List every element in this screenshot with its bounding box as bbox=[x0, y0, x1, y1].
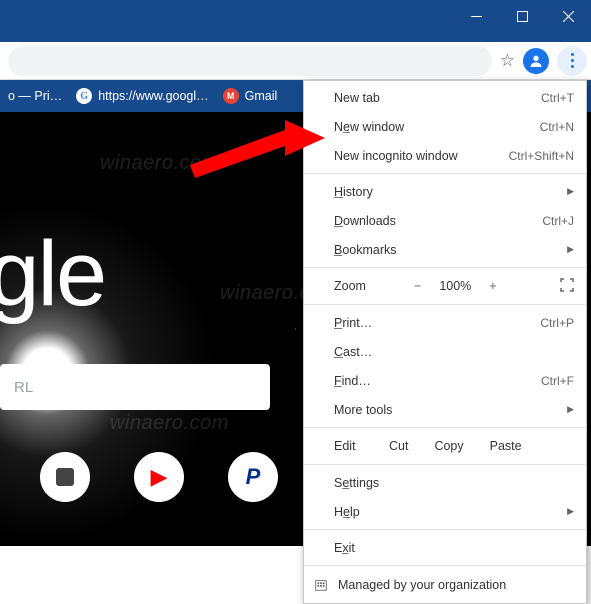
menu-separator bbox=[304, 304, 586, 305]
menu-label: Help bbox=[334, 505, 567, 519]
shortcut-item[interactable] bbox=[40, 452, 90, 502]
google-logo: oogle bbox=[0, 222, 105, 327]
menu-separator bbox=[304, 529, 586, 530]
menu-label: History bbox=[334, 185, 567, 199]
minimize-button[interactable] bbox=[453, 0, 499, 32]
menu-item-print[interactable]: Print… Ctrl+P bbox=[304, 308, 586, 337]
shortcut-item[interactable]: ▶ bbox=[134, 452, 184, 502]
bookmark-label: Gmail bbox=[245, 89, 278, 103]
menu-label: Managed by your organization bbox=[338, 578, 506, 592]
maximize-button[interactable] bbox=[499, 0, 545, 32]
watermark: winaero.com bbox=[100, 152, 219, 175]
profile-avatar-button[interactable] bbox=[523, 48, 549, 74]
menu-item-managed[interactable]: Managed by your organization bbox=[304, 569, 586, 601]
menu-accelerator: Ctrl+T bbox=[541, 91, 574, 105]
square-icon bbox=[56, 468, 74, 486]
menu-label: Zoom bbox=[334, 279, 414, 293]
menu-label: Edit bbox=[334, 439, 389, 453]
menu-separator bbox=[304, 267, 586, 268]
menu-accelerator: Ctrl+J bbox=[542, 214, 574, 228]
fullscreen-button[interactable] bbox=[560, 278, 574, 295]
bookmark-star-icon[interactable]: ☆ bbox=[500, 51, 515, 71]
fullscreen-icon bbox=[560, 278, 574, 292]
edit-paste-button[interactable]: Paste bbox=[490, 439, 522, 453]
menu-item-settings[interactable]: Settings bbox=[304, 468, 586, 497]
menu-item-help[interactable]: Help ▶ bbox=[304, 497, 586, 526]
menu-item-more-tools[interactable]: More tools ▶ bbox=[304, 395, 586, 424]
address-bar[interactable] bbox=[8, 46, 492, 76]
menu-label: More tools bbox=[334, 403, 567, 417]
menu-label: New tab bbox=[334, 91, 541, 105]
menu-item-edit: Edit Cut Copy Paste bbox=[304, 431, 586, 461]
close-button[interactable] bbox=[545, 0, 591, 32]
menu-item-cast[interactable]: Cast… bbox=[304, 337, 586, 366]
shortcut-item[interactable]: P bbox=[228, 452, 278, 502]
menu-accelerator: Ctrl+F bbox=[541, 374, 574, 388]
user-icon bbox=[528, 53, 544, 69]
edit-cut-button[interactable]: Cut bbox=[389, 439, 408, 453]
gmail-favicon-icon: M bbox=[223, 88, 239, 104]
menu-item-exit[interactable]: Exit bbox=[304, 533, 586, 562]
menu-item-new-tab[interactable]: New tab Ctrl+T bbox=[304, 83, 586, 112]
menu-item-history[interactable]: History ▶ bbox=[304, 177, 586, 206]
zoom-value: 100% bbox=[439, 279, 471, 293]
zoom-in-button[interactable]: + bbox=[489, 279, 496, 293]
menu-accelerator: Ctrl+P bbox=[540, 316, 574, 330]
menu-label: Downloads bbox=[334, 214, 542, 228]
menu-item-downloads[interactable]: Downloads Ctrl+J bbox=[304, 206, 586, 235]
menu-label: New incognito window bbox=[334, 149, 509, 163]
chevron-right-icon: ▶ bbox=[567, 506, 574, 517]
menu-accelerator: Ctrl+N bbox=[540, 120, 574, 134]
paypal-icon: P bbox=[246, 464, 261, 490]
menu-item-find[interactable]: Find… Ctrl+F bbox=[304, 366, 586, 395]
google-favicon-icon: G bbox=[76, 88, 92, 104]
toolbar: ☆ bbox=[0, 42, 591, 80]
chrome-menu-button[interactable] bbox=[557, 46, 587, 76]
bookmark-label: o — Pri… bbox=[8, 89, 62, 103]
menu-separator bbox=[304, 427, 586, 428]
zoom-out-button[interactable]: − bbox=[414, 279, 421, 293]
chrome-main-menu: New tab Ctrl+T New window Ctrl+N New inc… bbox=[303, 80, 587, 604]
menu-separator bbox=[304, 565, 586, 566]
chevron-right-icon: ▶ bbox=[567, 404, 574, 415]
window-titlebar bbox=[0, 0, 591, 32]
tab-strip bbox=[0, 32, 591, 42]
bookmark-item[interactable]: G https://www.googl… bbox=[76, 88, 208, 104]
youtube-icon: ▶ bbox=[151, 464, 168, 490]
google-search-input[interactable]: RL bbox=[0, 364, 270, 410]
bookmark-label: https://www.googl… bbox=[98, 89, 208, 103]
menu-label: Bookmarks bbox=[334, 243, 567, 257]
menu-item-zoom: Zoom − 100% + bbox=[304, 271, 586, 301]
window-controls bbox=[453, 0, 591, 32]
bookmark-item[interactable]: o — Pri… bbox=[8, 89, 62, 103]
menu-label: Print… bbox=[334, 316, 540, 330]
menu-label: New window bbox=[334, 120, 540, 134]
menu-accelerator: Ctrl+Shift+N bbox=[509, 149, 574, 163]
menu-item-new-incognito[interactable]: New incognito window Ctrl+Shift+N bbox=[304, 141, 586, 170]
menu-label: Settings bbox=[334, 476, 574, 490]
chevron-right-icon: ▶ bbox=[567, 244, 574, 255]
edit-copy-button[interactable]: Copy bbox=[434, 439, 463, 453]
watermark: winaero.com bbox=[110, 412, 229, 435]
menu-label: Cast… bbox=[334, 345, 574, 359]
menu-label: Exit bbox=[334, 541, 574, 555]
chevron-right-icon: ▶ bbox=[567, 186, 574, 197]
dots-vertical-icon bbox=[571, 53, 574, 68]
menu-item-bookmarks[interactable]: Bookmarks ▶ bbox=[304, 235, 586, 264]
menu-label: Find… bbox=[334, 374, 541, 388]
building-icon bbox=[314, 578, 328, 592]
menu-item-new-window[interactable]: New window Ctrl+N bbox=[304, 112, 586, 141]
menu-separator bbox=[304, 464, 586, 465]
shortcuts-row: ▶ P bbox=[40, 452, 278, 502]
bookmark-item[interactable]: M Gmail bbox=[223, 88, 278, 104]
menu-separator bbox=[304, 173, 586, 174]
search-placeholder: RL bbox=[14, 379, 33, 396]
